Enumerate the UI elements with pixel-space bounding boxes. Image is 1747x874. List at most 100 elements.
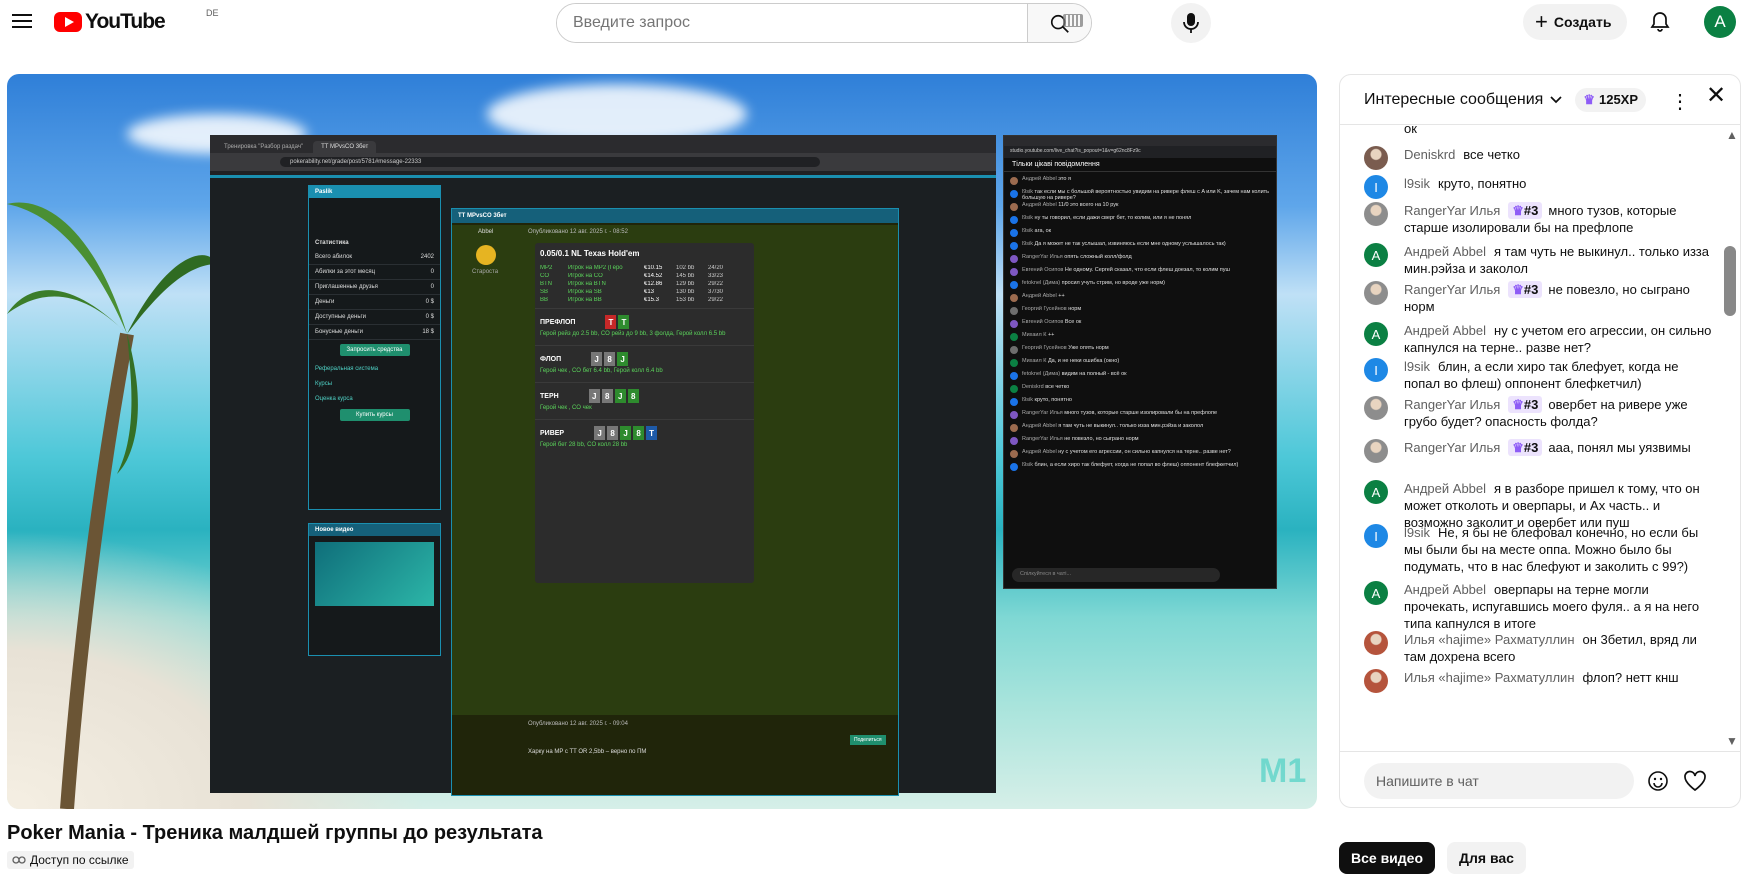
chat-author[interactable]: Андрей Abbel [1404,481,1486,496]
stats-value: 18 $ [422,329,434,335]
emoji-icon[interactable] [1646,769,1670,793]
chat-author[interactable]: Андрей Abbel [1404,244,1486,259]
chat-message-list[interactable]: ок Deniskrd все четко Il9sik круто, понятно… [1340,126,1740,750]
street-header: РИВЕР J 8 J 8 T [535,420,754,440]
chat-avatar[interactable] [1364,439,1388,463]
heart-icon[interactable] [1682,769,1708,793]
chat-scrollbar[interactable] [1724,246,1736,316]
close-chat-icon[interactable]: ✕ [1706,84,1726,108]
chat-message: Deniskrd все четко [1364,146,1714,170]
street-name: ТЕРН [540,392,559,400]
chat-author[interactable]: RangerYar Илья [1404,440,1500,455]
popout-avatar [1010,281,1018,289]
popout-message-text: Георгий Гусейнов норм [1022,306,1081,312]
stats-list: Всего абилок 2402 Абилки за этот месяц 0 При… [309,250,440,340]
video-player[interactable]: Тренировка "Разбор раздач" TT MPvsCO 3бе… [7,74,1317,809]
scroll-up-arrow-icon[interactable]: ▲ [1726,128,1738,142]
playing-card: T [605,315,617,329]
stats-row: Всего абилок 2402 [309,250,440,265]
scroll-down-arrow-icon[interactable]: ▼ [1726,734,1738,748]
chat-author[interactable]: RangerYar Илья [1404,397,1500,412]
chat-author[interactable]: RangerYar Илья [1404,282,1500,297]
chat-avatar[interactable] [1364,631,1388,655]
popout-text: норм [1068,306,1082,312]
chat-author[interactable]: Андрей Abbel [1404,582,1486,597]
popout-avatar [1010,320,1018,328]
chat-author[interactable]: RangerYar Илья [1404,203,1500,218]
playing-card: 8 [601,389,613,403]
chat-text: блин, а если хиро так блефует, когда не … [1404,359,1679,391]
board-cards: J8J8 [588,389,639,403]
keyboard-icon[interactable] [1063,14,1083,27]
popout-text: много тузов, которые старше изолировали … [1064,410,1218,416]
chat-author[interactable]: l9sik [1404,525,1430,540]
popout-message: RangerYar Илья не повезло, но сыграно но… [1010,436,1270,448]
player-stack: €15.3 [644,297,660,303]
chip-for-you[interactable]: Для вас [1447,842,1526,874]
chat-url: studio.youtube.com/live_chat?is_popout=1… [1004,146,1276,158]
chat-author[interactable]: Deniskrd [1404,147,1455,162]
street-header: ТЕРН J 8 J 8 [535,383,754,403]
chat-author[interactable]: Илья «hajime» Рахматуллин [1404,632,1575,647]
player-pos: CO [540,273,549,279]
address-bar: pokerability.net/grade/post/5781#message… [210,153,996,171]
chat-message-body: Илья «hajime» Рахматуллин он 3бетил, вряд… [1404,631,1714,665]
chat-author[interactable]: Андрей Abbel [1404,323,1486,338]
chat-avatar[interactable]: I [1364,175,1388,199]
chat-avatar[interactable]: A [1364,581,1388,605]
chat-avatar[interactable] [1364,669,1388,693]
stats-value: 0 $ [425,299,434,305]
playing-card: T [618,315,630,329]
popout-message-text: l9sik ну ты говорил, если дажи сверг бет… [1022,215,1191,221]
search-input[interactable] [557,4,1027,42]
new-video-box: Новое видео [308,523,441,656]
chat-message-body: RangerYar Илья ♛#3 ааа, понял мы уязвимы [1404,439,1691,463]
menu-icon[interactable] [8,9,36,33]
popout-message-text: l9sik ага, ок [1022,228,1051,234]
chat-avatar[interactable]: I [1364,524,1388,548]
popout-author: Михаил К [1022,332,1047,338]
chat-message-body: RangerYar Илья ♛#3 много тузов, которые ст… [1404,202,1714,236]
playing-card: 8 [633,426,645,440]
chat-avatar[interactable] [1364,146,1388,170]
player-stat: 24/20 [708,265,724,271]
chat-author[interactable]: l9sik [1404,359,1430,374]
popout-author: l9sik [1022,462,1034,468]
chat-avatar[interactable] [1364,202,1388,226]
chat-popout-header: Тільки цікаві повідомлення [1004,158,1276,172]
chat-avatar[interactable]: A [1364,243,1388,267]
popout-message: l9sik ну ты говорил, если дажи сверг бет… [1010,215,1270,227]
chat-avatar[interactable] [1364,396,1388,420]
notifications-bell-icon[interactable] [1648,10,1672,34]
chat-mode-dropdown[interactable]: Интересные сообщения [1364,91,1563,109]
popout-avatar [1010,398,1018,406]
xp-badge[interactable]: ♛ 125XP [1575,87,1647,112]
stats-key: Приглашенные друзья [315,284,378,290]
chat-author[interactable]: Илья «hajime» Рахматуллин [1404,670,1575,685]
chat-avatar[interactable]: A [1364,480,1388,504]
voice-search-button[interactable] [1171,3,1211,43]
street-name: ПРЕФЛОП [540,318,576,326]
chat-input[interactable] [1364,762,1634,799]
player-row: MP2 Игрок на MP2 (Геро €10.15 102 bb 24/20 [540,264,749,272]
chat-avatar[interactable] [1364,281,1388,305]
more-options-icon[interactable]: ⋮ [1670,89,1690,114]
street-action: Герой рейз до 2.5 bb, CO рейз до 9 bb, 3… [540,331,726,337]
plus-icon: + [1535,9,1548,34]
chat-author[interactable]: l9sik [1404,176,1430,191]
account-avatar[interactable]: A [1704,6,1736,38]
chip-all-videos[interactable]: Все видео [1339,842,1436,874]
stats-row: Бонусные деньги 18 $ [309,325,440,340]
chat-avatar[interactable]: A [1364,322,1388,346]
street-block: ТЕРН J 8 J 8 Герой чек , CO чек [535,382,754,419]
youtube-logo[interactable]: YouTube DE [54,8,219,34]
create-button[interactable]: + Создать [1523,4,1628,40]
player-stat: 29/22 [708,281,724,287]
popout-message-text: l9sik так если мы с большой вероятностью… [1022,189,1270,201]
popout-avatar [1010,372,1018,380]
username: Paslik [309,186,440,198]
street-header: ФЛОП J 8 J [535,346,754,366]
member-badge-label: #3 [1523,397,1539,412]
chat-avatar[interactable]: I [1364,358,1388,382]
crown-icon: ♛ [1583,91,1595,107]
